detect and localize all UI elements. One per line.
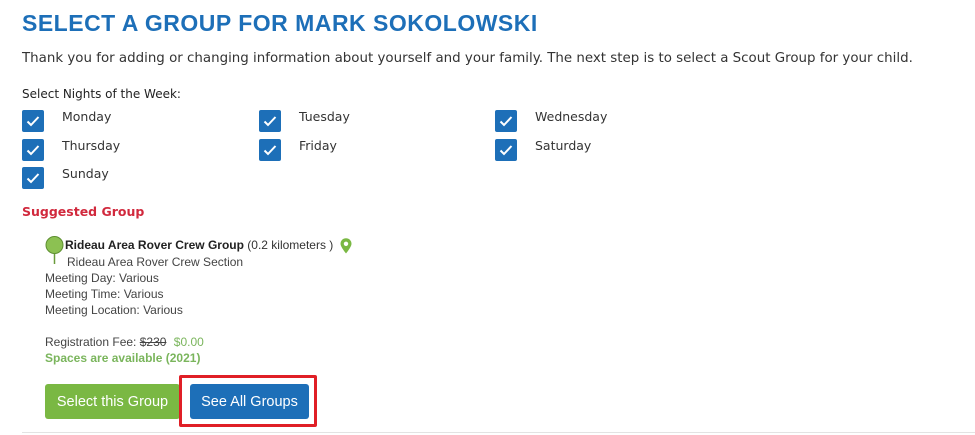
day-option-sunday[interactable]: Sunday [22, 165, 109, 189]
checkmark-icon [263, 145, 277, 156]
day-label-sunday: Sunday [62, 166, 109, 181]
checkbox-friday[interactable] [259, 139, 281, 161]
day-label-tuesday: Tuesday [299, 109, 350, 124]
checkbox-saturday[interactable] [495, 139, 517, 161]
day-label-wednesday: Wednesday [535, 109, 608, 124]
intro-text: Thank you for adding or changing informa… [22, 51, 913, 66]
day-option-thursday[interactable]: Thursday [22, 137, 120, 161]
group-section: Rideau Area Rover Crew Section [67, 255, 244, 269]
checkmark-icon [26, 116, 40, 127]
fee-current: $0.00 [173, 335, 204, 349]
day-option-tuesday[interactable]: Tuesday [259, 108, 350, 132]
day-label-friday: Friday [299, 138, 337, 153]
checkmark-icon [26, 145, 40, 156]
checkbox-sunday[interactable] [22, 167, 44, 189]
group-name[interactable]: Rideau Area Rover Crew Group [65, 238, 244, 252]
select-group-button[interactable]: Select this Group [45, 384, 180, 419]
meeting-location: Meeting Location: Various [45, 303, 183, 317]
highlight-box [179, 375, 317, 427]
meeting-day: Meeting Day: Various [45, 271, 159, 285]
checkbox-tuesday[interactable] [259, 110, 281, 132]
meeting-time: Meeting Time: Various [45, 287, 164, 301]
checkmark-icon [26, 173, 40, 184]
map-pin-icon [45, 236, 64, 264]
day-option-friday[interactable]: Friday [259, 137, 337, 161]
checkbox-monday[interactable] [22, 110, 44, 132]
checkmark-icon [263, 116, 277, 127]
day-option-monday[interactable]: Monday [22, 108, 111, 132]
registration-fee: Registration Fee: $230 $0.00 [45, 335, 204, 349]
divider [22, 432, 975, 433]
fee-original: $230 [139, 335, 167, 349]
day-label-monday: Monday [62, 109, 112, 124]
day-option-wednesday[interactable]: Wednesday [495, 108, 607, 132]
checkmark-icon [499, 116, 513, 127]
group-distance: (0.2 kilometers ) [247, 238, 334, 253]
map-pin-icon[interactable] [340, 238, 352, 254]
day-label-thursday: Thursday [62, 138, 121, 153]
page-title: SELECT A GROUP FOR MARK SOKOLOWSKI [22, 10, 538, 36]
nights-label: Select Nights of the Week: [22, 87, 181, 101]
suggested-group-heading: Suggested Group [22, 204, 145, 219]
fee-label: Registration Fee: [45, 335, 137, 349]
checkbox-thursday[interactable] [22, 139, 44, 161]
day-label-saturday: Saturday [535, 138, 592, 153]
checkbox-wednesday[interactable] [495, 110, 517, 132]
day-option-saturday[interactable]: Saturday [495, 137, 591, 161]
group-name-row: Rideau Area Rover Crew Group (0.2 kilome… [65, 238, 352, 254]
checkmark-icon [499, 145, 513, 156]
spaces-available: Spaces are available (2021) [45, 351, 201, 365]
